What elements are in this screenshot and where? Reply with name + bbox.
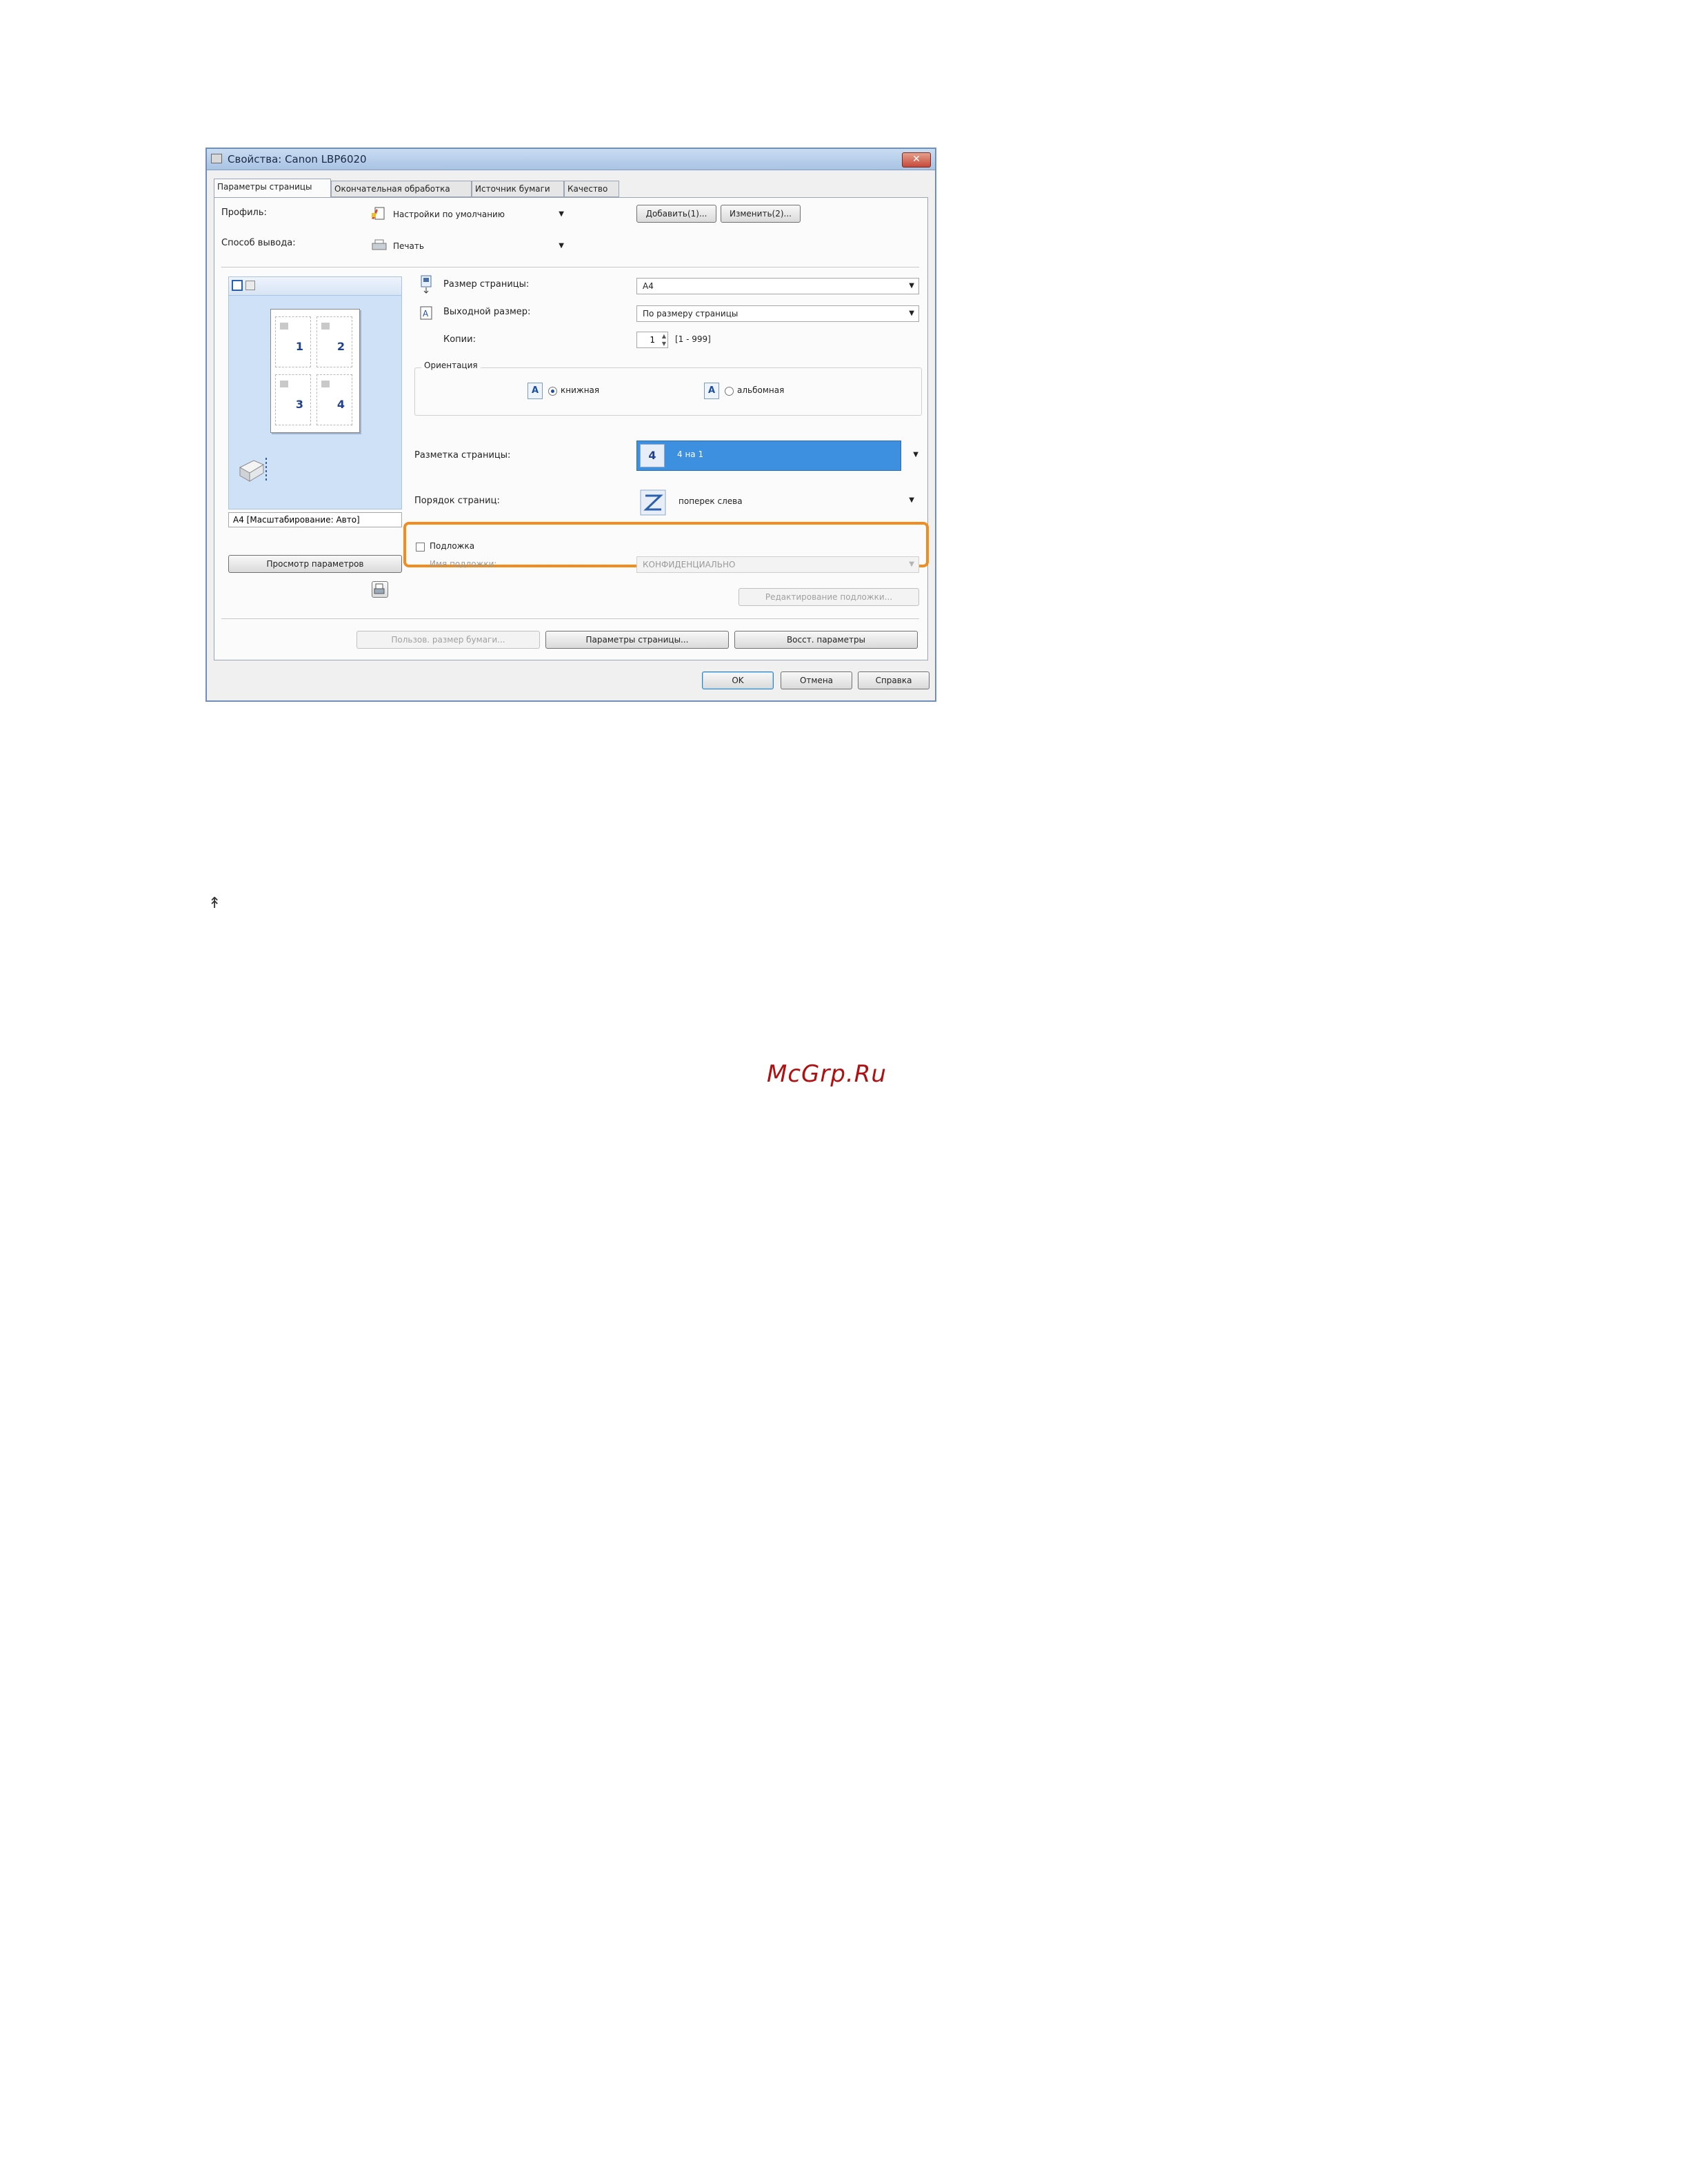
edit-watermark-button[interactable]: Редактирование подложки...: [738, 588, 919, 606]
divider: [221, 618, 919, 619]
tab-quality[interactable]: Качество: [564, 181, 619, 197]
close-button[interactable]: ✕: [902, 152, 931, 168]
preview-sheet: 1 2 3 4: [270, 309, 360, 433]
watermark-name-label: Имя подложки:: [430, 559, 497, 569]
cancel-button[interactable]: Отмена: [781, 671, 852, 689]
profile-select[interactable]: Настройки по умолчанию ▼: [387, 206, 569, 223]
printer-info-icon: [374, 583, 385, 594]
page-order-select[interactable]: поперек слева ▼: [636, 487, 919, 516]
watermark-checkbox-label: Подложка: [430, 541, 475, 551]
page-view-icon[interactable]: [232, 280, 243, 291]
stepper-arrows-icon[interactable]: ▲ ▼: [662, 332, 666, 347]
preview-page: 4: [316, 374, 352, 425]
page-options-button[interactable]: Параметры страницы...: [545, 631, 729, 649]
preview-page: 3: [275, 374, 311, 425]
page-layout-label: Разметка страницы:: [414, 450, 511, 461]
help-button[interactable]: Справка: [858, 671, 930, 689]
site-watermark: McGrp.Ru: [767, 1060, 887, 1088]
printer-properties-dialog: Свойства: Canon LBP6020 ✕ Параметры стра…: [205, 148, 936, 702]
landscape-label: альбомная: [737, 385, 785, 395]
output-method-select[interactable]: Печать ▼: [387, 238, 569, 254]
page-order-label: Порядок страниц:: [414, 496, 500, 506]
page-order-z-icon: [640, 489, 666, 516]
layout-preview: 1 2 3 4: [228, 276, 402, 509]
orientation-group: [414, 367, 922, 416]
copies-label: Копии:: [443, 334, 476, 345]
print-icon: [372, 239, 387, 250]
output-method-label: Способ вывода:: [221, 238, 296, 248]
preview-toolbar: [229, 277, 401, 296]
preview-page: 1: [275, 316, 311, 367]
printer-info-button[interactable]: [372, 581, 388, 598]
add-profile-button[interactable]: Добавить(1)...: [636, 205, 716, 223]
profile-label: Профиль:: [221, 208, 267, 218]
tab-paper-source[interactable]: Источник бумаги: [472, 181, 564, 197]
output-size-label: Выходной размер:: [443, 307, 531, 317]
printer-image-icon: [239, 458, 267, 482]
custom-paper-size-button[interactable]: Пользов. размер бумаги...: [356, 631, 540, 649]
restore-defaults-button[interactable]: Восст. параметры: [734, 631, 918, 649]
landscape-radio[interactable]: [725, 387, 734, 396]
preview-page: 2: [316, 316, 352, 367]
page-layout-select[interactable]: 4 4 на 1 ▼: [636, 441, 918, 471]
svg-text:A: A: [423, 309, 429, 318]
printer-icon: [211, 154, 222, 163]
ok-button[interactable]: OK: [702, 671, 774, 689]
output-size-select[interactable]: По размеру страницы ▼: [636, 305, 919, 322]
edit-profile-button[interactable]: Изменить(2)...: [721, 205, 801, 223]
page-setup-panel: Профиль: Настройки по умолчанию ▼ Добавит…: [214, 197, 929, 660]
page-size-label: Размер страницы:: [443, 279, 530, 290]
profile-icon: [372, 207, 385, 220]
dialog-title: Свойства: Canon LBP6020: [228, 153, 367, 165]
tab-page-setup[interactable]: Параметры страницы: [214, 179, 331, 198]
portrait-label: книжная: [561, 385, 600, 395]
watermark-name-select[interactable]: КОНФИДЕНЦИАЛЬНО ▼: [636, 556, 919, 573]
dialog-titlebar[interactable]: Свойства: Canon LBP6020 ✕: [207, 149, 935, 170]
output-size-icon: A: [420, 306, 432, 320]
watermark-checkbox[interactable]: [416, 543, 425, 552]
view-settings-button[interactable]: Просмотр параметров: [228, 555, 402, 573]
layout-4-icon: 4: [640, 444, 665, 467]
printer-view-icon[interactable]: [245, 281, 255, 290]
page-size-icon: [421, 275, 432, 294]
orientation-label: Ориентация: [421, 361, 481, 370]
page-mark-icon: ↟: [208, 895, 221, 912]
copies-range: [1 - 999]: [675, 334, 711, 344]
portrait-icon: A: [528, 383, 543, 399]
portrait-radio[interactable]: [548, 387, 557, 396]
page-size-select[interactable]: A4 ▼: [636, 278, 919, 294]
landscape-icon: A: [704, 383, 719, 399]
preview-status: A4 [Масштабирование: Авто]: [228, 512, 402, 527]
tab-finishing[interactable]: Окончательная обработка: [331, 181, 472, 197]
copies-stepper[interactable]: 1 ▲ ▼: [636, 332, 668, 348]
